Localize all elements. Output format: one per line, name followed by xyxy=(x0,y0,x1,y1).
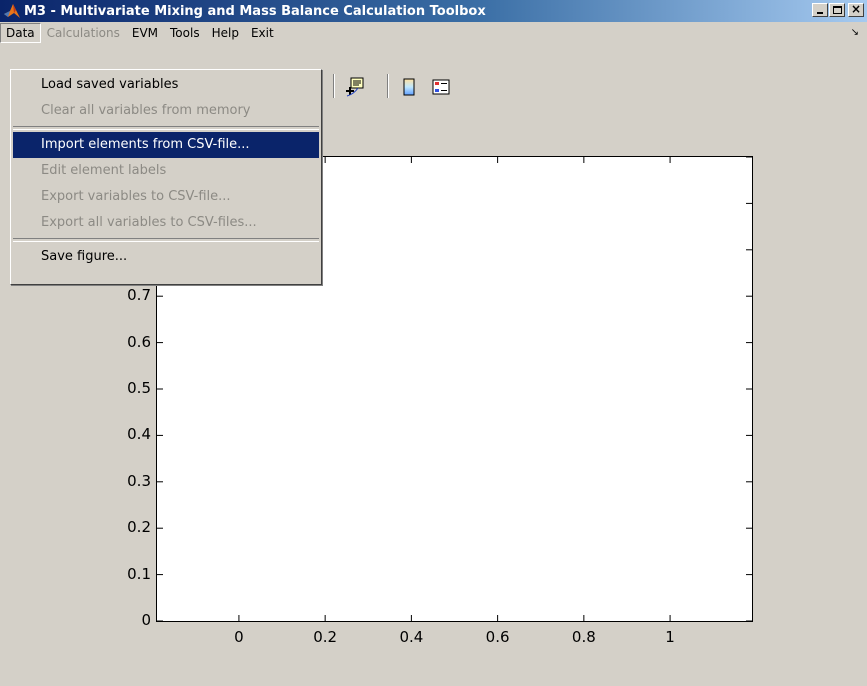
toolbar-separator xyxy=(333,74,335,98)
y-tick-label: 0.7 xyxy=(127,286,151,305)
menu-calculations[interactable]: Calculations xyxy=(41,23,126,43)
dock-arrow-icon[interactable]: ↘ xyxy=(851,27,859,38)
minimize-button[interactable] xyxy=(812,3,828,17)
menu-help[interactable]: Help xyxy=(206,23,245,43)
matlab-logo-icon xyxy=(4,4,20,18)
minimize-icon xyxy=(817,12,823,14)
menu-item-edit-element-labels[interactable]: Edit element labels xyxy=(11,158,321,184)
y-tick-label: 0.4 xyxy=(127,425,151,444)
menu-item-export-variables-csv[interactable]: Export variables to CSV-file... xyxy=(11,184,321,210)
maximize-button[interactable] xyxy=(829,3,845,17)
close-button[interactable]: × xyxy=(848,2,864,17)
data-cursor-icon[interactable] xyxy=(344,76,366,98)
toolbar-separator xyxy=(387,74,389,98)
title-bar[interactable]: M3 - Multivariate Mixing and Mass Balanc… xyxy=(0,0,867,22)
y-tick-label: 0.6 xyxy=(127,332,151,351)
colorbar-icon[interactable] xyxy=(398,76,420,98)
y-tick-label: 0.5 xyxy=(127,379,151,397)
y-tick-label: 0.3 xyxy=(127,471,151,490)
menu-exit[interactable]: Exit xyxy=(245,23,280,43)
x-tick-label: 0 xyxy=(234,628,244,646)
menu-bar: Data Calculations EVM Tools Help Exit ↘ xyxy=(0,22,867,44)
data-menu-dropdown: Load saved variables Clear all variables… xyxy=(10,69,322,285)
menu-item-save-figure[interactable]: Save figure... xyxy=(11,244,321,270)
menu-item-load-saved-variables[interactable]: Load saved variables xyxy=(11,72,321,98)
menu-separator xyxy=(13,238,319,242)
menu-separator xyxy=(13,126,319,130)
y-tick-label: 0.2 xyxy=(127,518,151,537)
y-tick-label: 0 xyxy=(141,611,151,629)
x-tick-label: 0.8 xyxy=(571,628,596,646)
y-tick-label: 0.1 xyxy=(127,564,151,583)
x-tick-label: 1 xyxy=(665,628,675,646)
menu-item-import-elements-csv[interactable]: Import elements from CSV-file... xyxy=(13,132,319,158)
window-title: M3 - Multivariate Mixing and Mass Balanc… xyxy=(24,3,486,19)
menu-data[interactable]: Data xyxy=(0,23,41,43)
close-icon: × xyxy=(850,2,862,16)
menu-evm[interactable]: EVM xyxy=(126,23,164,43)
x-tick-label: 0.4 xyxy=(399,628,424,646)
x-tick-label: 0.2 xyxy=(313,628,338,646)
menu-item-clear-all-variables[interactable]: Clear all variables from memory xyxy=(11,98,321,124)
legend-icon[interactable] xyxy=(430,76,452,98)
x-tick-label: 0.6 xyxy=(485,628,510,646)
menu-tools[interactable]: Tools xyxy=(164,23,206,43)
maximize-icon xyxy=(833,6,842,14)
menu-item-export-all-variables-csv[interactable]: Export all variables to CSV-files... xyxy=(11,210,321,236)
